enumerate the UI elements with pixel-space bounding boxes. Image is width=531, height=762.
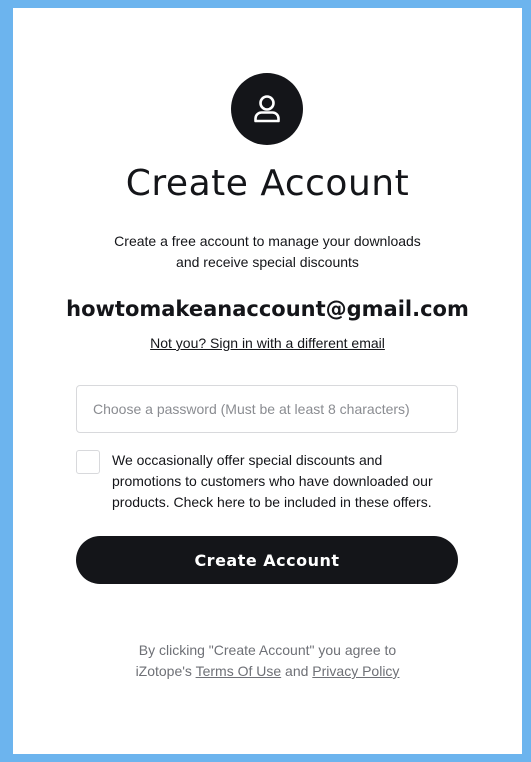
optin-checkbox[interactable]: [76, 450, 100, 474]
optin-line-1: We occasionally offer special discounts …: [112, 452, 383, 468]
switch-account: Not you? Sign in with a different email: [13, 333, 522, 353]
subtitle-line-2: and receive special discounts: [176, 254, 359, 270]
subtitle-line-1: Create a free account to manage your dow…: [114, 233, 421, 249]
legal-and: and: [281, 663, 313, 679]
account-email: howtomakeanaccount@gmail.com: [66, 297, 469, 321]
page-title: Create Account: [125, 163, 410, 204]
legal-prefix: iZotope's: [135, 663, 196, 679]
subtitle: Create a free account to manage your dow…: [13, 231, 522, 273]
create-account-card: Create Account Create a free account to …: [13, 8, 522, 754]
legal-line-1: By clicking "Create Account" you agree t…: [138, 642, 397, 658]
password-input[interactable]: [76, 385, 458, 433]
legal-line-2: iZotope's Terms Of Use and Privacy Polic…: [13, 661, 522, 682]
avatar: [231, 73, 303, 145]
user-icon: [254, 95, 280, 123]
create-account-button[interactable]: Create Account: [76, 536, 458, 584]
optin-label: We occasionally offer special discounts …: [112, 450, 458, 513]
terms-of-use-link[interactable]: Terms Of Use: [196, 663, 282, 679]
privacy-policy-link[interactable]: Privacy Policy: [312, 663, 399, 679]
optin-line-2: promotions to customers who have downloa…: [112, 473, 433, 489]
optin-line-3: products. Check here to be included in t…: [112, 494, 432, 510]
sign-in-different-email-link[interactable]: Not you? Sign in with a different email: [150, 335, 385, 351]
legal-notice: By clicking "Create Account" you agree t…: [13, 640, 522, 682]
